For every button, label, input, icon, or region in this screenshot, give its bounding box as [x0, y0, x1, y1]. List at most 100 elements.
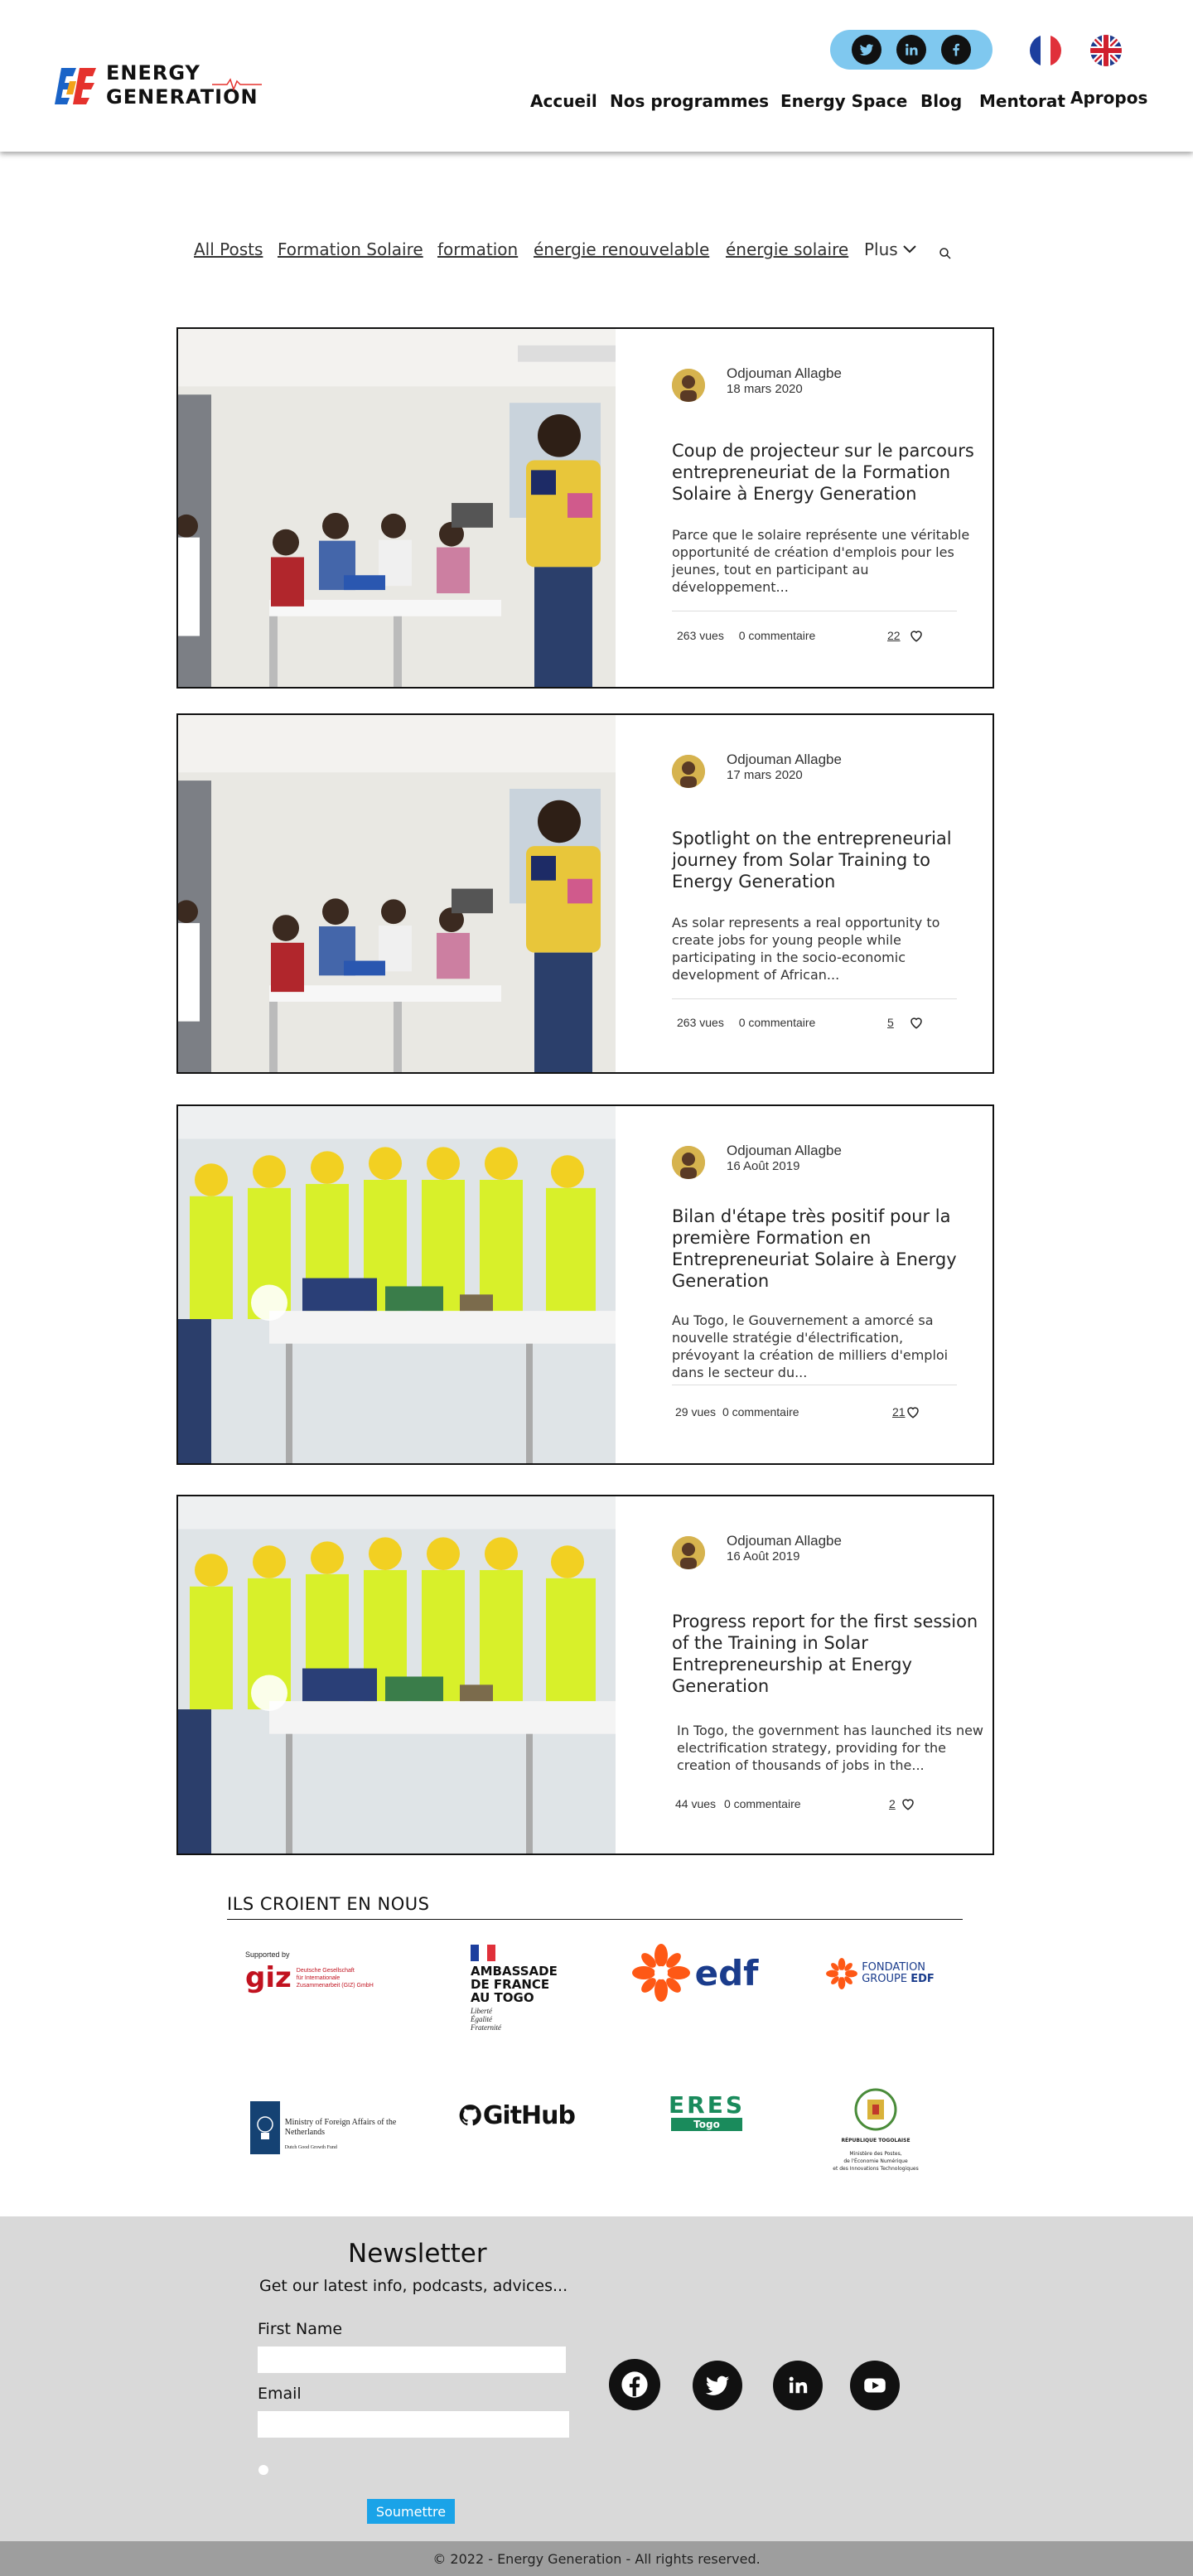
nav-blog[interactable]: Blog	[920, 91, 962, 111]
netherlands-line2: Netherlands	[284, 2128, 326, 2137]
author-name[interactable]: Odjouman Allagbe	[727, 365, 842, 382]
author-avatar[interactable]	[672, 1536, 705, 1569]
nav-energy-space[interactable]: Energy Space	[780, 91, 907, 111]
category-energie-solaire[interactable]: énergie solaire	[726, 239, 848, 259]
blog-categories: All Posts Formation Solaire formation én…	[0, 239, 1193, 264]
twitter-icon[interactable]	[693, 2361, 742, 2410]
post-date: 18 mars 2020	[727, 382, 803, 396]
partner-netherlands-logo[interactable]: Ministry of Foreign Affairs of the Nethe…	[249, 2101, 398, 2159]
post-title[interactable]: Progress report for the first session of…	[672, 1611, 987, 1697]
main-nav: Accueil Nos programmes Energy Space Blog…	[0, 88, 1193, 116]
togo-line2: Ministère des Postes,	[849, 2151, 902, 2157]
post-likes-count: 22	[887, 629, 901, 642]
author-name[interactable]: Odjouman Allagbe	[727, 1533, 842, 1549]
partners-title: ILS CROIENT EN NOUS	[227, 1894, 430, 1914]
partner-edf-logo[interactable]: edf	[626, 1942, 762, 2003]
submit-button[interactable]: Soumettre	[367, 2499, 455, 2524]
post-comments: 0 commentaire	[738, 1016, 816, 1029]
linkedin-icon[interactable]	[773, 2361, 823, 2410]
uk-flag-icon[interactable]	[1090, 35, 1122, 66]
category-all-posts[interactable]: All Posts	[194, 239, 263, 259]
motto-egalite: Égalité	[471, 2014, 492, 2023]
post-stats: 263 vues 0 commentaire	[677, 1016, 815, 1029]
giz-supported-text: Supported by	[245, 1950, 290, 1959]
post-excerpt: Parce que le solaire représente une véri…	[672, 527, 970, 595]
facebook-icon[interactable]	[609, 2359, 660, 2410]
eres-sub: Togo	[671, 2118, 742, 2131]
fondation-line3: EDF	[910, 1973, 935, 1985]
email-label: Email	[258, 2385, 302, 2403]
category-formation[interactable]: formation	[437, 239, 518, 259]
author-name[interactable]: Odjouman Allagbe	[727, 752, 842, 768]
category-energie-renouvelable[interactable]: énergie renouvelable	[534, 239, 709, 259]
pulse-line-icon	[212, 78, 262, 91]
partner-togo-ministry-logo[interactable]: RÉPUBLIQUE TOGOLAISE Ministère des Poste…	[825, 2085, 926, 2187]
edf-flower-icon	[631, 1944, 690, 2002]
nav-accueil[interactable]: Accueil	[530, 91, 597, 111]
category-formation-solaire[interactable]: Formation Solaire	[278, 239, 423, 259]
marianne-icon	[471, 1944, 495, 1961]
post-image[interactable]	[178, 715, 616, 1072]
github-wordmark: GitHub	[482, 2100, 576, 2130]
facebook-icon[interactable]	[941, 35, 971, 65]
partner-eres-logo[interactable]: ERES Togo	[669, 2090, 744, 2134]
consent-radio[interactable]	[258, 2465, 268, 2475]
giz-sub-line1: Deutsche Gesellschaft	[296, 1967, 355, 1974]
partner-github-logo[interactable]: GitHub	[459, 2096, 576, 2134]
partner-ambassade-logo[interactable]: AMBASSADE DE FRANCE AU TOGO Liberté Égal…	[471, 1942, 562, 2033]
blog-post-card[interactable]: Odjouman Allagbe 16 Août 2019 Bilan d'ét…	[176, 1104, 994, 1465]
post-comments: 0 commentaire	[722, 1405, 799, 1418]
netherlands-line3: Dutch Good Growth Fund	[284, 2145, 337, 2150]
heart-icon[interactable]	[909, 628, 924, 643]
first-name-input[interactable]	[258, 2346, 566, 2373]
post-excerpt: In Togo, the government has launched its…	[677, 1723, 984, 1773]
heart-icon[interactable]	[906, 1404, 920, 1419]
email-input[interactable]	[258, 2411, 569, 2438]
newsletter-section	[0, 2216, 1193, 2541]
fondation-line2: GROUPE	[862, 1973, 908, 1985]
heart-icon[interactable]	[901, 1796, 915, 1811]
nav-mentorat[interactable]: Mentorat	[979, 91, 1065, 111]
categories-more-dropdown[interactable]: Plus	[864, 239, 916, 259]
ambassade-line2: DE FRANCE	[471, 1976, 550, 1992]
post-views: 44 vues	[675, 1797, 717, 1810]
author-avatar[interactable]	[672, 755, 705, 788]
blog-post-card[interactable]: Odjouman Allagbe 17 mars 2020 Spotlight …	[176, 713, 994, 1074]
fr-flag-icon[interactable]	[1030, 35, 1061, 66]
github-octocat-icon	[459, 2105, 481, 2126]
post-title[interactable]: Coup de projecteur sur le parcours entre…	[672, 440, 987, 505]
heart-icon[interactable]	[909, 1015, 924, 1030]
fondation-flower-icon	[826, 1958, 858, 1989]
search-icon[interactable]	[939, 247, 952, 260]
fondation-line1: FONDATION	[862, 1961, 926, 1974]
post-date: 17 mars 2020	[727, 768, 803, 782]
post-body: Odjouman Allagbe 17 mars 2020 Spotlight …	[616, 715, 993, 1072]
author-avatar[interactable]	[672, 1146, 705, 1179]
partner-fondation-edf-logo[interactable]: FONDATION GROUPE EDF	[820, 1955, 939, 1992]
twitter-icon[interactable]	[852, 35, 881, 65]
post-image[interactable]	[178, 1106, 616, 1463]
nav-apropos[interactable]: Apropos	[1070, 88, 1147, 108]
post-title[interactable]: Spotlight on the entrepreneurial journey…	[672, 828, 987, 892]
blog-post-card[interactable]: Odjouman Allagbe 16 Août 2019 Progress r…	[176, 1495, 994, 1855]
motto-liberte: Liberté	[471, 2006, 492, 2015]
giz-sub-line2: für Internationale	[296, 1974, 341, 1981]
linkedin-icon[interactable]	[896, 35, 926, 65]
giz-wordmark: giz	[245, 1961, 292, 1994]
giz-sub-line3: Zusammenarbeit (GIZ) GmbH	[296, 1982, 374, 1989]
post-body: Odjouman Allagbe 18 mars 2020 Coup de pr…	[616, 329, 993, 687]
post-excerpt: Au Togo, le Gouvernement a amorcé sa nou…	[672, 1312, 949, 1380]
blog-post-card[interactable]: Odjouman Allagbe 18 mars 2020 Coup de pr…	[176, 327, 994, 689]
post-views: 263 vues	[677, 629, 724, 642]
youtube-icon[interactable]	[850, 2361, 900, 2410]
author-name[interactable]: Odjouman Allagbe	[727, 1143, 842, 1159]
post-image[interactable]	[178, 329, 616, 687]
author-avatar[interactable]	[672, 369, 705, 402]
site-header: ENERGY GENERATION Accueil Nos programmes…	[0, 0, 1193, 152]
post-likes-count: 21	[892, 1405, 906, 1418]
nav-nos-programmes[interactable]: Nos programmes	[610, 91, 769, 111]
post-image[interactable]	[178, 1496, 616, 1853]
ambassade-line3: AU TOGO	[471, 1989, 534, 2005]
partner-giz-logo[interactable]: Supported by giz Deutsche Gesellschaft f…	[245, 1942, 386, 2000]
post-title[interactable]: Bilan d'étape très positif pour la premi…	[672, 1206, 987, 1292]
